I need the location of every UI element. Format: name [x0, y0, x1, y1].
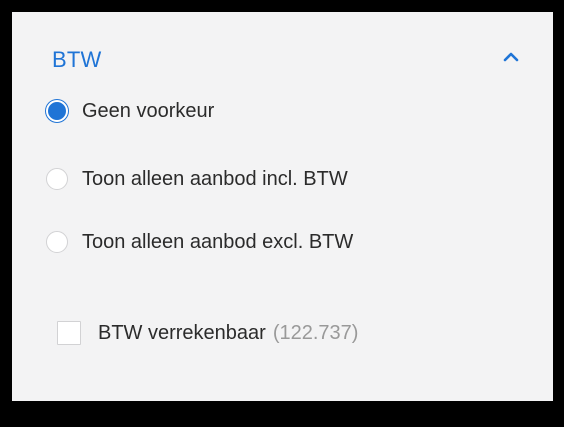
- radio-option-incl-btw[interactable]: Toon alleen aanbod incl. BTW: [46, 164, 348, 194]
- page: BTW Geen voorkeur Toon alleen aanbod inc…: [0, 0, 564, 427]
- radio-option-excl-btw[interactable]: Toon alleen aanbod excl. BTW: [46, 227, 353, 257]
- btw-filter-panel: BTW Geen voorkeur Toon alleen aanbod inc…: [12, 12, 553, 401]
- radio-label: Toon alleen aanbod excl. BTW: [82, 230, 354, 253]
- checkbox[interactable]: [57, 321, 81, 345]
- checkbox-label: BTW verrekenbaar: [98, 321, 266, 344]
- checkbox-btw-verrekenbaar[interactable]: BTW verrekenbaar (122.737): [57, 318, 358, 348]
- radio-button[interactable]: [46, 168, 68, 190]
- radio-button-selected[interactable]: [46, 100, 68, 122]
- btw-filter-header[interactable]: BTW: [12, 12, 553, 84]
- radio-option-geen-voorkeur[interactable]: Geen voorkeur: [46, 96, 214, 126]
- radio-button[interactable]: [46, 231, 68, 253]
- radio-label: Geen voorkeur: [82, 99, 215, 122]
- radio-label: Toon alleen aanbod incl. BTW: [82, 167, 348, 190]
- filter-title: BTW: [52, 47, 102, 72]
- chevron-up-icon[interactable]: [502, 48, 520, 66]
- result-count: (122.737): [272, 321, 359, 344]
